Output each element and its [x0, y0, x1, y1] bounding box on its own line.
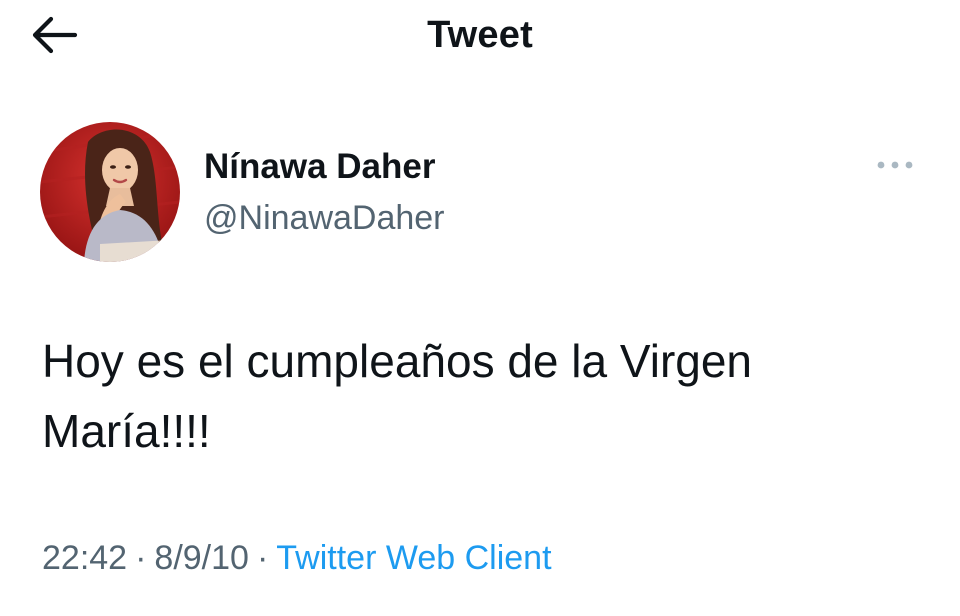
- more-horizontal-icon: [877, 161, 913, 169]
- top-bar: Tweet: [0, 0, 960, 72]
- tweet-time[interactable]: 22:42: [42, 539, 127, 577]
- tweet-date[interactable]: 8/9/10: [154, 539, 249, 577]
- tweet-text: Hoy es el cumpleaños de la Virgen María!…: [42, 335, 753, 457]
- more-options-button[interactable]: [870, 150, 920, 180]
- meta-separator: ·: [135, 539, 147, 577]
- avatar[interactable]: [40, 122, 180, 262]
- meta-separator: ·: [256, 539, 269, 577]
- profile-photo: [40, 122, 180, 262]
- author-name[interactable]: Nínawa Daher: [204, 146, 435, 188]
- tweet-source-link[interactable]: Twitter Web Client: [276, 539, 551, 577]
- tweet-meta: 22:42 · 8/9/10 · Twitter Web Client: [42, 536, 552, 580]
- author-handle[interactable]: @NinawaDaher: [204, 197, 445, 239]
- page-title: Tweet: [427, 14, 533, 56]
